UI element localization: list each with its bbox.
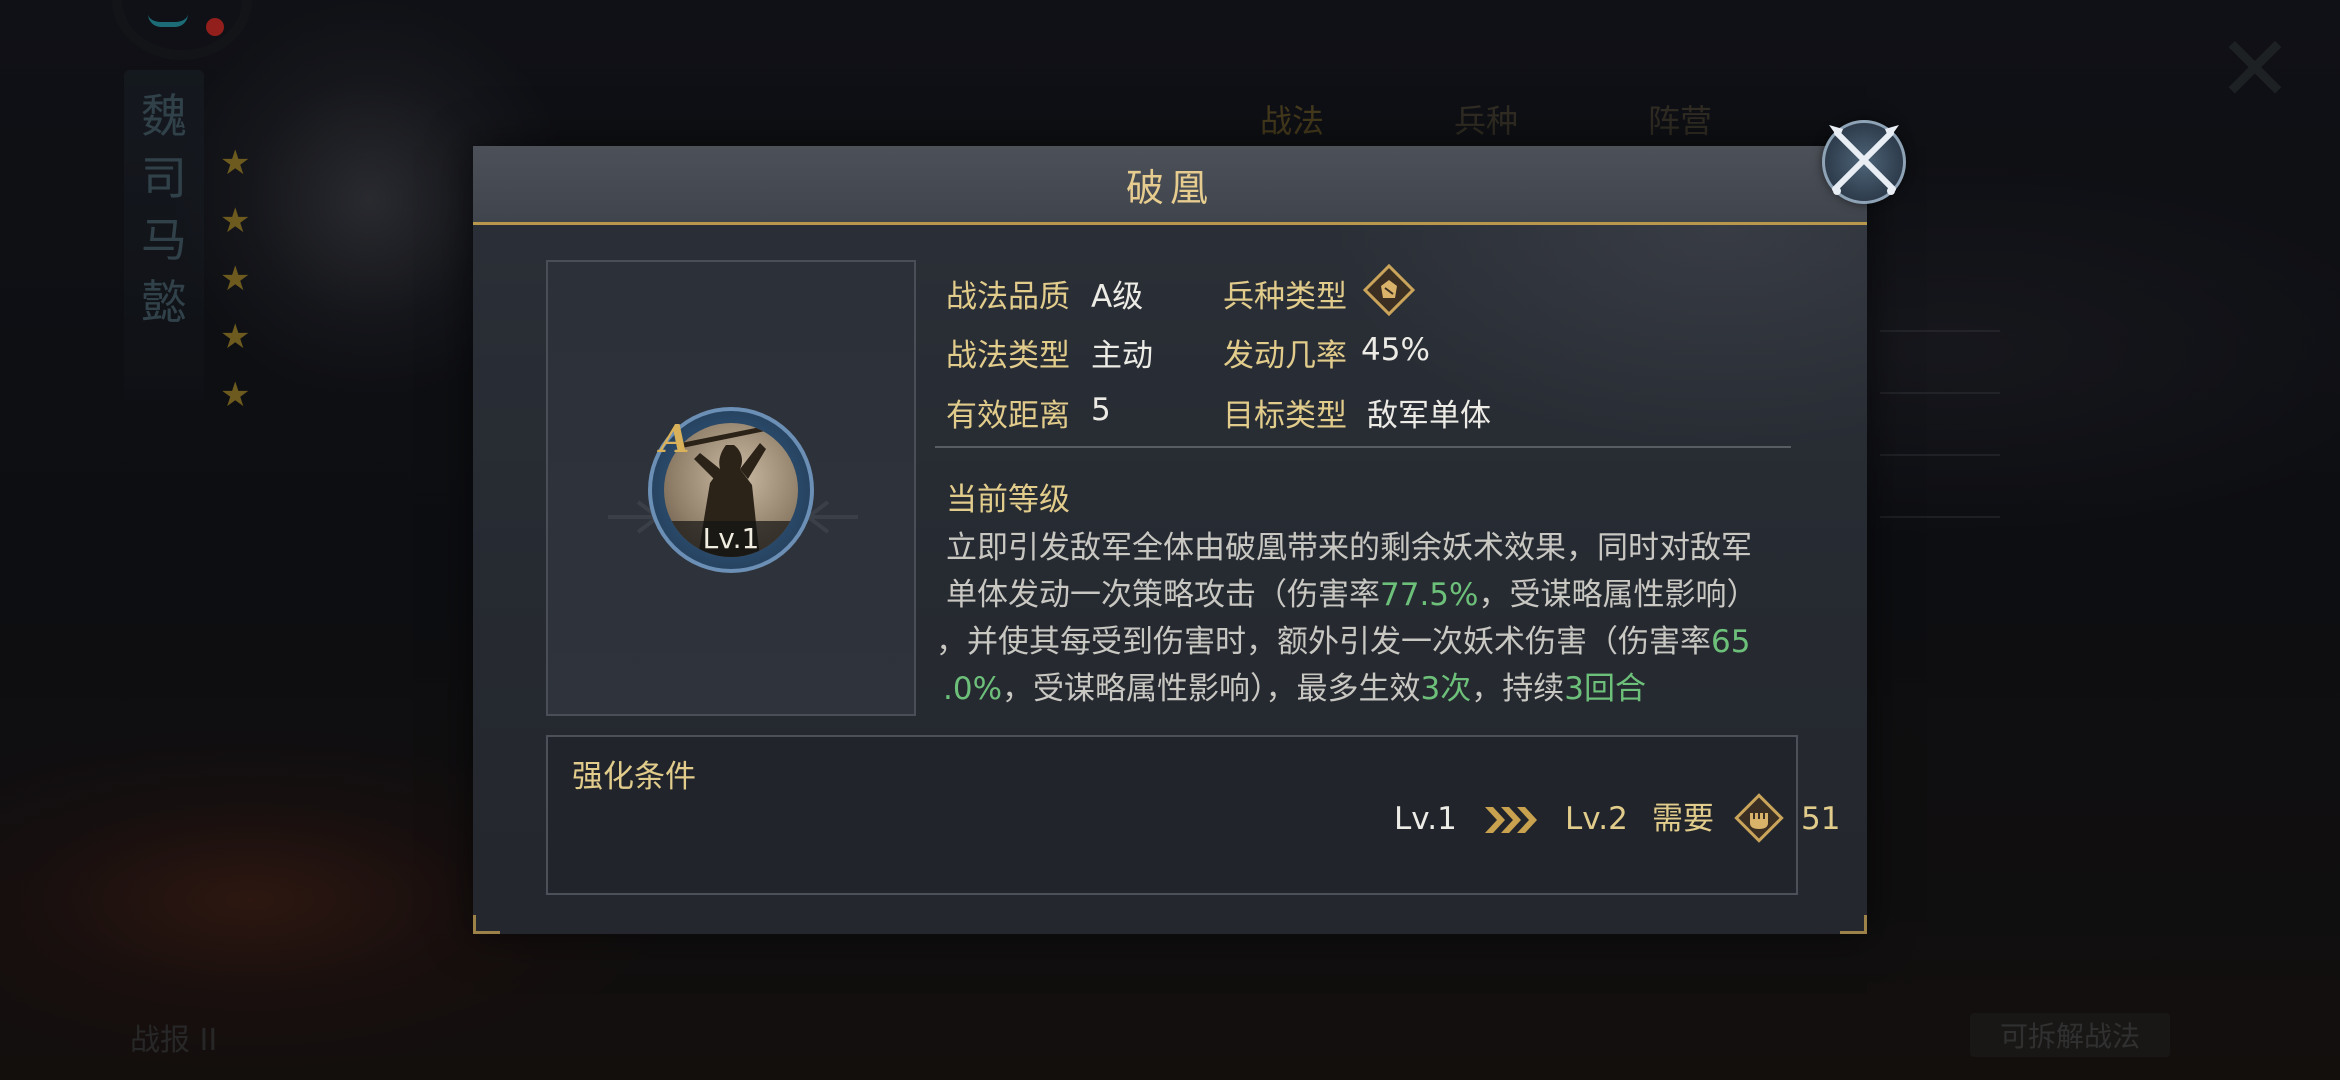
cost-value: 51 xyxy=(1801,801,1841,837)
tactic-type-value: 主动 xyxy=(1091,338,1153,374)
target-type-label: 目标类型 xyxy=(1223,398,1347,434)
troop-type-diamond-icon[interactable] xyxy=(1363,264,1415,316)
dialog-title: 破凰 xyxy=(1125,165,1214,210)
fist-token-icon xyxy=(1734,793,1784,843)
unit-type-label: 兵种类型 xyxy=(1223,279,1347,315)
dialog-header: 破凰 xyxy=(473,146,1867,225)
description-text: ，受谋略属性影响），最多生效 xyxy=(1002,671,1421,707)
requirement-label: 需要 xyxy=(1652,801,1714,837)
trigger-rate-value: 45% xyxy=(1361,332,1430,368)
skill-icon-panel: Lv.1 A xyxy=(546,260,916,716)
description-text: ，受谋略属性影响） xyxy=(1478,577,1758,613)
current-level-heading: 当前等级 xyxy=(946,482,1070,518)
quality-value: A级 xyxy=(1091,279,1144,315)
description-text: 立即引发敌军全体由破凰带来的剩余妖术效果，同时对敌军 xyxy=(946,530,1752,566)
crossed-swords-close-icon xyxy=(1829,125,1899,195)
game-screen: 魏 司 马 懿 ★ ★ ★ ★ ★ 战法 兵种 阵营 ✕ 战报 II 可拆解战法… xyxy=(0,0,2340,1080)
trigger-rate-label: 发动几率 xyxy=(1223,338,1347,374)
description-text: 单体发动一次策略攻击（伤害率 xyxy=(946,577,1380,613)
close-button[interactable] xyxy=(1822,120,1906,204)
upgrade-conditions-panel: 强化条件 Lv.1 Lv.2 需要 51 xyxy=(546,735,1840,895)
from-level: Lv.1 xyxy=(1394,801,1457,837)
attributes-divider xyxy=(935,446,1791,448)
corner-ornament xyxy=(1840,915,1867,934)
range-label: 有效距离 xyxy=(946,398,1070,434)
description-line: 立即引发敌军全体由破凰带来的剩余妖术效果，同时对敌军 xyxy=(946,522,1752,567)
description-line: .0%，受谋略属性影响），最多生效3次，持续3回合 xyxy=(943,663,1646,708)
to-level: Lv.2 xyxy=(1565,801,1628,837)
skill-level-badge: Lv.1 xyxy=(664,521,798,557)
triple-chevron-right-icon xyxy=(1485,807,1537,833)
corner-ornament xyxy=(473,915,500,934)
tactic-type-label: 战法类型 xyxy=(946,338,1070,374)
damage-rate-value: 65 xyxy=(1711,624,1751,660)
description-line: 单体发动一次策略攻击（伤害率77.5%，受谋略属性影响） xyxy=(946,569,1757,614)
description-line: ，并使其每受到伤害时，额外引发一次妖术伤害（伤害率65 xyxy=(936,616,1750,661)
description-text: ，并使其每受到伤害时，额外引发一次妖术伤害（伤害率 xyxy=(936,624,1711,660)
description-text: ，持续 xyxy=(1471,671,1565,707)
upgrade-heading: 强化条件 xyxy=(572,759,696,795)
effect-count-value: 3次 xyxy=(1420,671,1472,707)
duration-value: 3回合 xyxy=(1564,671,1647,707)
quality-label: 战法品质 xyxy=(946,279,1070,315)
damage-rate-value: .0% xyxy=(943,671,1003,707)
tactic-detail-dialog: 破凰 Lv.1 A 战法品质 A级 兵种类型 战法类型 主动 发动几率 45% … xyxy=(473,146,1867,934)
target-type-value: 敌军单体 xyxy=(1367,398,1491,434)
skill-grade-badge: A xyxy=(660,416,690,461)
range-value: 5 xyxy=(1091,392,1111,428)
damage-rate-value: 77.5% xyxy=(1380,577,1479,613)
